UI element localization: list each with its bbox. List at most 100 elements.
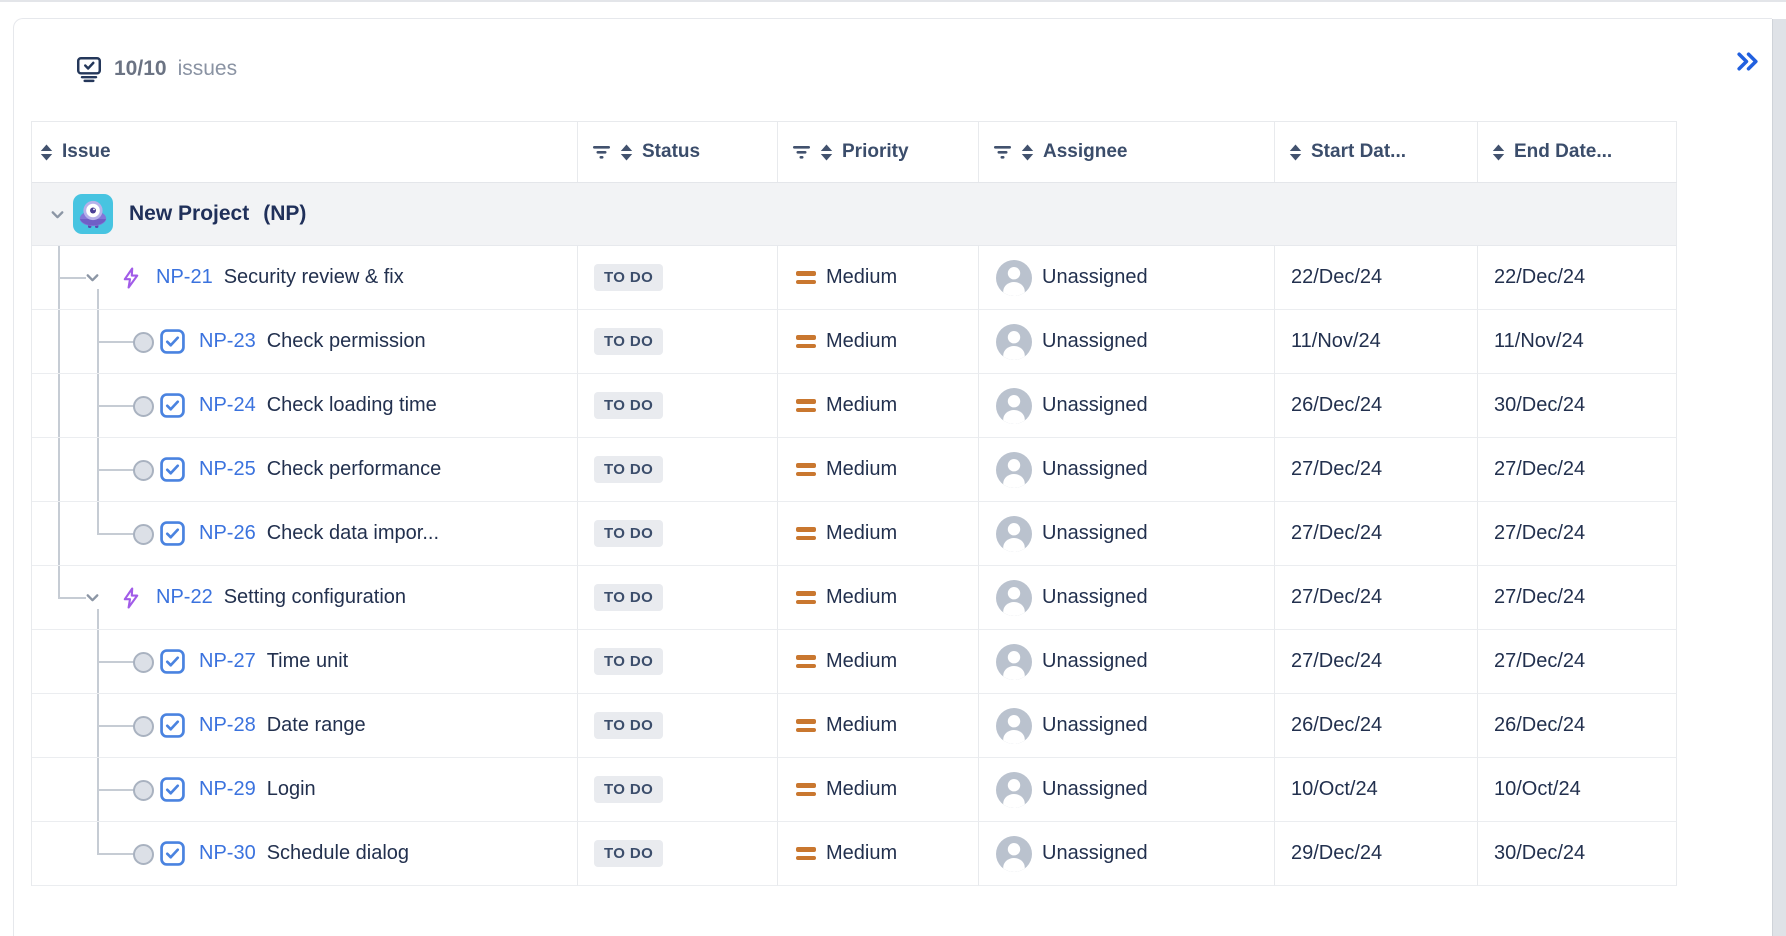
end-date[interactable]: 26/Dec/24 [1494, 714, 1585, 737]
filter-icon[interactable] [592, 145, 611, 160]
task-issue-type-icon [160, 841, 185, 866]
tree-node-handle[interactable] [133, 524, 154, 545]
issue-title: Login [267, 778, 316, 801]
expand-panel-button[interactable] [1730, 45, 1764, 77]
cell-start-date: 27/Dec/24 [1275, 438, 1478, 502]
issue-key-link[interactable]: NP-22 [156, 586, 213, 609]
start-date[interactable]: 27/Dec/24 [1291, 458, 1382, 481]
project-key: (NP) [263, 202, 306, 226]
cell-end-date: 27/Dec/24 [1478, 630, 1677, 694]
issue-row[interactable]: NP-21 Security review & fix TO DO Medium [32, 246, 1677, 310]
status-badge[interactable]: TO DO [594, 264, 663, 291]
issue-row[interactable]: NP-25 Check performance TO DO Medium [32, 438, 1677, 502]
issue-key-link[interactable]: NP-27 [199, 650, 256, 673]
status-badge[interactable]: TO DO [594, 392, 663, 419]
status-badge[interactable]: TO DO [594, 456, 663, 483]
issue-key-link[interactable]: NP-24 [199, 394, 256, 417]
issues-board-icon [75, 55, 103, 83]
issue-row[interactable]: NP-23 Check permission TO DO Medium U [32, 310, 1677, 374]
status-badge[interactable]: TO DO [594, 584, 663, 611]
task-issue-type-icon [160, 713, 185, 738]
status-badge[interactable]: TO DO [594, 520, 663, 547]
start-date[interactable]: 29/Dec/24 [1291, 842, 1382, 865]
issue-row[interactable]: NP-26 Check data impor... TO DO Medium [32, 502, 1677, 566]
start-date[interactable]: 10/Oct/24 [1291, 778, 1378, 801]
start-date[interactable]: 26/Dec/24 [1291, 394, 1382, 417]
panel-splitter[interactable] [1772, 19, 1786, 936]
sort-icon[interactable] [820, 144, 833, 161]
tree-node-handle[interactable] [133, 396, 154, 417]
cell-priority: Medium [778, 758, 979, 822]
end-date[interactable]: 30/Dec/24 [1494, 842, 1585, 865]
end-date[interactable]: 27/Dec/24 [1494, 586, 1585, 609]
project-row[interactable]: New Project (NP) [32, 183, 1677, 246]
status-badge[interactable]: TO DO [594, 648, 663, 675]
sort-icon[interactable] [1021, 144, 1034, 161]
sort-icon[interactable] [620, 144, 633, 161]
tree-node-handle[interactable] [133, 652, 154, 673]
column-header-start-date[interactable]: Start Dat... [1275, 122, 1478, 182]
column-header-end-date[interactable]: End Date... [1478, 122, 1677, 182]
start-date[interactable]: 26/Dec/24 [1291, 714, 1382, 737]
tree-node-handle[interactable] [133, 716, 154, 737]
sort-icon[interactable] [1492, 144, 1505, 161]
start-date[interactable]: 22/Dec/24 [1291, 266, 1382, 289]
status-badge[interactable]: TO DO [594, 840, 663, 867]
column-header-assignee[interactable]: Assignee [979, 122, 1275, 182]
issue-key-link[interactable]: NP-23 [199, 330, 256, 353]
issue-row[interactable]: NP-22 Setting configuration TO DO Medium [32, 566, 1677, 630]
table-header-row: Issue Status [32, 121, 1677, 183]
status-badge[interactable]: TO DO [594, 328, 663, 355]
cell-start-date: 27/Dec/24 [1275, 630, 1478, 694]
cell-assignee: Unassigned [979, 438, 1275, 502]
project-avatar [73, 194, 113, 234]
issue-row[interactable]: NP-30 Schedule dialog TO DO Medium Un [32, 822, 1677, 886]
cell-end-date: 26/Dec/24 [1478, 694, 1677, 758]
tree-node-handle[interactable] [133, 332, 154, 353]
tree-connector [98, 341, 135, 343]
tree-node-handle[interactable] [133, 460, 154, 481]
issue-row[interactable]: NP-24 Check loading time TO DO Medium [32, 374, 1677, 438]
issue-row[interactable]: NP-29 Login TO DO Medium Unassigned [32, 758, 1677, 822]
chevron-down-icon[interactable] [49, 206, 66, 223]
column-header-priority[interactable]: Priority [778, 122, 979, 182]
filter-icon[interactable] [792, 145, 811, 160]
column-header-status[interactable]: Status [578, 122, 778, 182]
start-date[interactable]: 27/Dec/24 [1291, 586, 1382, 609]
issue-key-link[interactable]: NP-25 [199, 458, 256, 481]
issue-key-link[interactable]: NP-30 [199, 842, 256, 865]
tree-line [58, 374, 60, 437]
cell-start-date: 11/Nov/24 [1275, 310, 1478, 374]
project-name: New Project [129, 202, 249, 226]
chevron-down-icon[interactable] [84, 269, 101, 286]
tree-line [97, 609, 99, 630]
priority-label: Medium [826, 778, 897, 801]
end-date[interactable]: 11/Nov/24 [1494, 330, 1584, 353]
start-date[interactable]: 27/Dec/24 [1291, 522, 1382, 545]
status-badge[interactable]: TO DO [594, 776, 663, 803]
issue-row[interactable]: NP-28 Date range TO DO Medium Unassig [32, 694, 1677, 758]
cell-end-date: 27/Dec/24 [1478, 566, 1677, 630]
end-date[interactable]: 30/Dec/24 [1494, 394, 1585, 417]
tree-node-handle[interactable] [133, 844, 154, 865]
status-badge[interactable]: TO DO [594, 712, 663, 739]
end-date[interactable]: 22/Dec/24 [1494, 266, 1585, 289]
start-date[interactable]: 11/Nov/24 [1291, 330, 1381, 353]
end-date[interactable]: 10/Oct/24 [1494, 778, 1581, 801]
sort-icon[interactable] [1289, 144, 1302, 161]
tree-node-handle[interactable] [133, 780, 154, 801]
issue-key-link[interactable]: NP-21 [156, 266, 213, 289]
start-date[interactable]: 27/Dec/24 [1291, 650, 1382, 673]
issue-key-link[interactable]: NP-28 [199, 714, 256, 737]
issue-row[interactable]: NP-27 Time unit TO DO Medium Unassign [32, 630, 1677, 694]
issue-key-link[interactable]: NP-26 [199, 522, 256, 545]
task-issue-type-icon [160, 329, 185, 354]
end-date[interactable]: 27/Dec/24 [1494, 650, 1585, 673]
sort-icon[interactable] [40, 144, 53, 161]
end-date[interactable]: 27/Dec/24 [1494, 458, 1585, 481]
filter-icon[interactable] [993, 145, 1012, 160]
end-date[interactable]: 27/Dec/24 [1494, 522, 1585, 545]
issue-key-link[interactable]: NP-29 [199, 778, 256, 801]
chevron-down-icon[interactable] [84, 589, 101, 606]
column-header-issue[interactable]: Issue [32, 122, 578, 182]
